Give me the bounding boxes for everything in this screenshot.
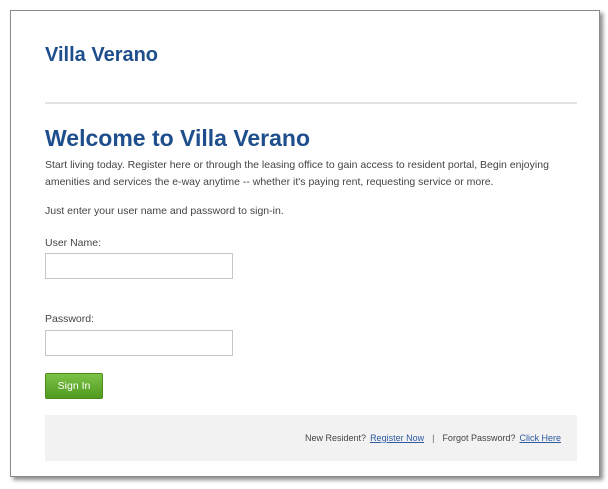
new-resident-text: New Resident? [305,433,367,443]
password-input[interactable] [45,330,233,356]
brand-title: Villa Verano [45,44,159,66]
username-label: User Name: [45,237,102,249]
intro-text: Start living today. Register here or thr… [45,159,549,188]
screenshot-canvas: Villa Verano Welcome to Villa Verano Sta… [0,0,608,489]
header-divider [45,102,577,104]
signin-instruction: Just enter your user name and password t… [45,205,284,217]
page-title: Welcome to Villa Verano [45,125,311,151]
signin-button[interactable]: Sign In [45,373,103,399]
footer-links-bar: New Resident? Register Now | Forgot Pass… [45,415,577,461]
login-page-frame: Villa Verano Welcome to Villa Verano Sta… [10,10,600,477]
password-label: Password: [45,313,95,325]
register-now-link[interactable]: Register Now [370,433,424,443]
username-input[interactable] [45,253,233,279]
footer-separator: | [432,433,435,443]
forgot-password-text: Forgot Password? [442,433,516,443]
click-here-link[interactable]: Click Here [519,433,561,443]
